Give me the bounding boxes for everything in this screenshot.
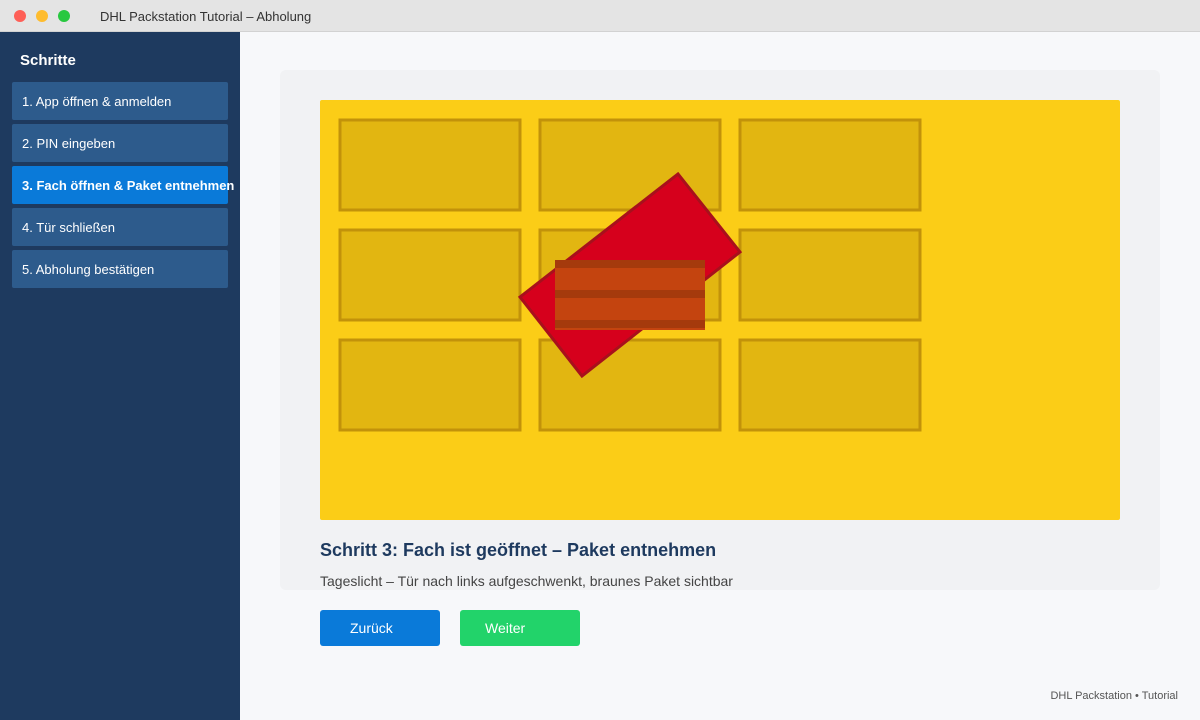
next-button[interactable]: Weiter <box>460 610 580 646</box>
sidebar: Schritte 1. App öffnen & anmelden 2. PIN… <box>0 32 240 720</box>
locker-door <box>338 338 522 432</box>
locker-door <box>738 338 922 432</box>
main-content: Schritt 3: Fach ist geöffnet – Paket ent… <box>240 32 1200 720</box>
sidebar-title: Schritte <box>20 52 76 69</box>
minimize-window-button[interactable] <box>36 10 48 22</box>
title-bar: DHL Packstation Tutorial – Abholung <box>0 0 1200 32</box>
sidebar-item-step-4[interactable]: 4. Tür schließen <box>12 208 228 246</box>
step-card: Schritt 3: Fach ist geöffnet – Paket ent… <box>280 70 1160 590</box>
footer-text: DHL Packstation • Tutorial <box>1050 690 1178 702</box>
locker-door <box>738 118 922 212</box>
window-title: DHL Packstation Tutorial – Abholung <box>100 9 312 24</box>
back-button[interactable]: Zurück <box>320 610 440 646</box>
close-window-button[interactable] <box>14 10 26 22</box>
locker-door <box>338 228 522 322</box>
sidebar-item-step-5[interactable]: 5. Abholung bestätigen <box>12 250 228 288</box>
step-heading: Schritt 3: Fach ist geöffnet – Paket ent… <box>320 540 717 560</box>
packstation-illustration <box>320 100 1120 520</box>
sidebar-item-step-2[interactable]: 2. PIN eingeben <box>12 124 228 162</box>
maximize-window-button[interactable] <box>58 10 70 22</box>
step-description: Tageslicht – Tür nach links aufgeschwenk… <box>320 573 733 589</box>
locker-door <box>738 228 922 322</box>
parcel[interactable] <box>555 260 705 330</box>
locker-door <box>338 118 522 212</box>
sidebar-item-step-3[interactable]: 3. Fach öffnen & Paket entnehmen <box>12 166 234 204</box>
sidebar-item-step-1[interactable]: 1. App öffnen & anmelden <box>12 82 228 120</box>
